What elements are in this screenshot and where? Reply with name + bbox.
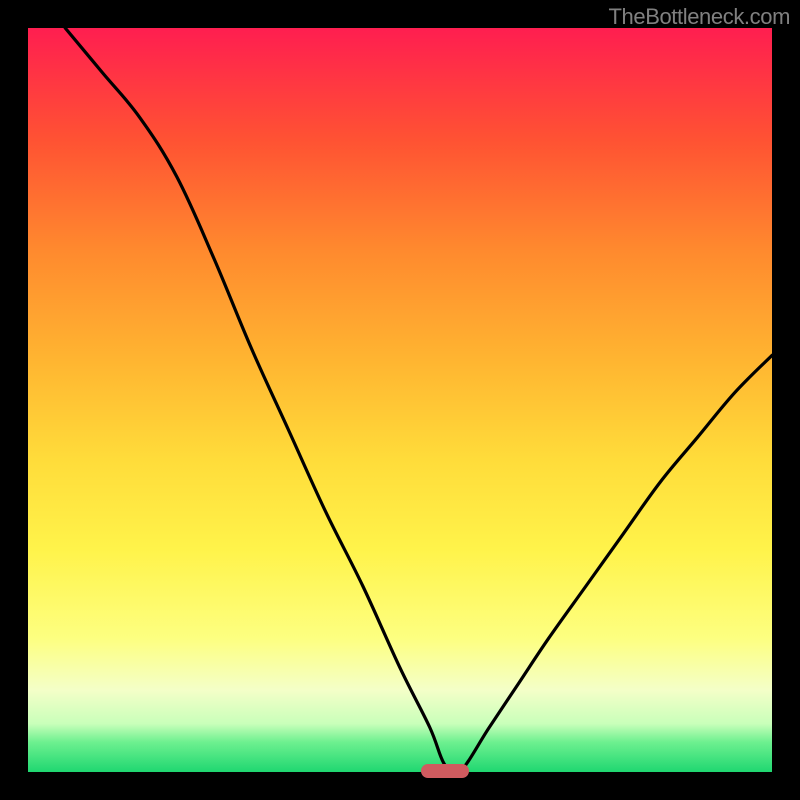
balance-marker	[421, 764, 469, 778]
bottleneck-curve	[28, 28, 772, 772]
watermark-text: TheBottleneck.com	[608, 4, 790, 30]
